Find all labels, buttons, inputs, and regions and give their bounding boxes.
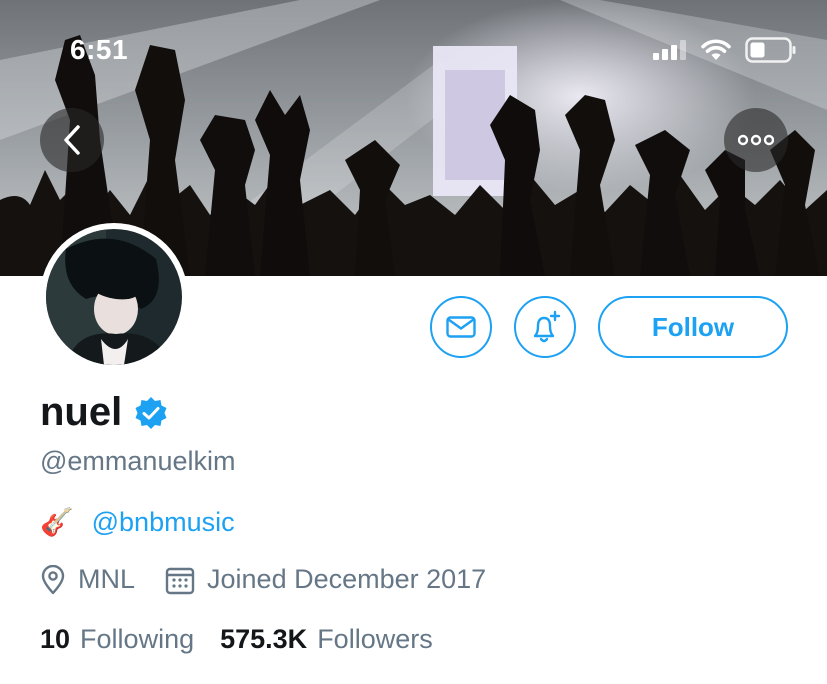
profile-meta: MNL Joined December 2017 [40,564,486,595]
message-button[interactable] [430,296,492,358]
more-options-button[interactable] [724,108,788,172]
profile-handle: @emmanuelkim [40,446,236,476]
bio-mention-link[interactable]: @bnbmusic [92,507,235,538]
avatar-photo [46,229,182,365]
notifications-button[interactable] [514,296,576,358]
profile-name-row: nuel [40,390,168,435]
profile-joined: Joined December 2017 [165,564,486,595]
following-count: 10 [40,624,71,654]
location-pin-icon [41,564,65,594]
followers-stat[interactable]: 575.3K Followers [220,624,433,655]
profile-avatar[interactable] [40,223,188,371]
calendar-icon [165,567,195,594]
envelope-icon [446,316,476,338]
guitar-icon: 🎸 [40,507,74,537]
battery-icon [745,37,796,63]
location-text: MNL [78,564,136,594]
more-horizontal-icon [738,134,774,146]
back-button[interactable] [40,108,104,172]
wifi-icon [701,39,731,60]
joined-text: Joined December 2017 [207,564,487,594]
verified-badge-icon [135,396,167,429]
status-indicators [653,36,797,64]
followers-count: 575.3K [220,624,308,654]
profile-name: nuel [40,390,123,434]
signal-icon [653,40,686,60]
following-stat[interactable]: 10 Following [40,624,194,655]
following-label: Following [80,624,195,654]
chevron-left-icon [64,125,80,155]
profile-stats: 10 Following 575.3K Followers [40,624,433,655]
profile-location: MNL [40,564,135,595]
profile-bio: 🎸 @bnbmusic [40,506,235,538]
status-time: 6:51 [70,34,129,65]
followers-label: Followers [317,624,433,654]
follow-button[interactable]: Follow [598,296,788,358]
bell-plus-icon [533,310,561,343]
